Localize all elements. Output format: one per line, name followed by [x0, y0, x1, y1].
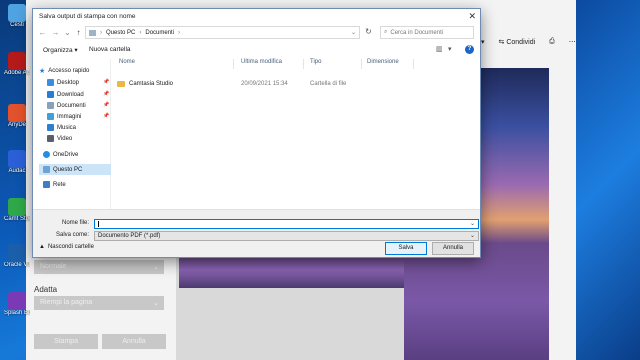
save-dialog: Salva output di stampa con nome ✕ ← → ⌄ …	[32, 8, 481, 258]
print-options: Normale ⌄ Adatta Riempi la pagina ⌄ Stampa…	[34, 255, 169, 360]
new-folder-button[interactable]: Nuova cartella	[89, 46, 131, 53]
organize-button[interactable]: Organizza ▾	[43, 46, 78, 54]
filename-label: Nome file:	[61, 220, 89, 226]
nav-pictures[interactable]: Immagini	[47, 111, 81, 122]
nav-music[interactable]: Musica	[47, 122, 76, 133]
nav-download[interactable]: Download	[47, 89, 84, 100]
download-folder-icon	[47, 91, 54, 98]
desktop-icon-recycle[interactable]: Cesti	[4, 4, 30, 44]
view-chevron-icon[interactable]: ▾	[448, 45, 452, 53]
dialog-titlebar: Salva output di stampa con nome ✕	[33, 9, 480, 23]
search-icon: ⌕	[384, 29, 388, 35]
documents-folder-icon	[47, 102, 54, 109]
savetype-dropdown-icon: ⌄	[469, 233, 475, 239]
virtualbox-icon	[8, 244, 26, 262]
pictures-folder-icon	[47, 113, 54, 120]
pc-icon	[43, 166, 50, 173]
more-icon[interactable]: ⋯	[569, 38, 576, 46]
pin-icon: 📌	[103, 91, 110, 97]
hide-folders-toggle[interactable]: ▲ Nascondi cartelle	[39, 244, 94, 250]
splashtop-icon	[8, 292, 26, 310]
recycle-bin-icon	[8, 4, 26, 22]
desktop-folder-icon	[47, 79, 54, 86]
print-button[interactable]: Stampa	[34, 334, 98, 349]
list-item[interactable]: Camtasia Studio 20/09/2021 15:34 Cartell…	[113, 79, 479, 90]
column-header-type[interactable]: Tipo	[310, 59, 321, 65]
filename-dropdown-icon[interactable]: ⌄	[470, 220, 475, 227]
view-options-icon[interactable]: ▥	[436, 45, 443, 53]
close-icon[interactable]: ✕	[468, 11, 476, 22]
chevron-up-icon: ▲	[39, 244, 45, 250]
breadcrumb-this-pc[interactable]: Questo PC	[106, 30, 135, 36]
cloud-icon	[43, 151, 50, 158]
breadcrumb-documents[interactable]: Documenti	[145, 30, 174, 36]
save-options-panel: Nome file: ⌄ Salva come: Documento PDF (…	[33, 209, 480, 257]
desktop-icon-virtualbox[interactable]: Oracle Virtua	[4, 244, 30, 284]
fit-label: Adatta	[34, 285, 58, 294]
cancel-button[interactable]: Annulla	[432, 242, 474, 255]
column-header-modified[interactable]: Ultima modifica	[241, 59, 282, 65]
share-button[interactable]: ⇆ Condividi	[499, 38, 536, 46]
desktop-icon-audacity[interactable]: Audac	[4, 150, 30, 190]
desktop-icon-adobe[interactable]: Adobe Ac Edition	[4, 52, 30, 92]
address-dropdown-icon[interactable]: ⌄	[351, 29, 356, 36]
file-type: Cartella di file	[310, 81, 347, 87]
address-row: ← → ⌄ ↑ › Questo PC › Documenti › ⌄ ↻ ⌕ …	[33, 25, 480, 41]
search-input[interactable]: ⌕ Cerca in Documenti	[380, 26, 474, 39]
fit-select[interactable]: Riempi la pagina ⌄	[34, 296, 164, 310]
anydesk-icon	[8, 104, 26, 122]
nav-this-pc[interactable]: Questo PC	[39, 164, 111, 175]
adobe-icon	[8, 52, 26, 70]
desktop-icon-splashtop[interactable]: Splash Busin	[4, 292, 30, 332]
column-header-size[interactable]: Dimensione	[367, 59, 399, 65]
file-name: Camtasia Studio	[129, 81, 174, 87]
print-icon[interactable]: ⎙	[549, 38, 555, 46]
help-icon[interactable]: ?	[465, 45, 474, 54]
audacity-icon	[8, 150, 26, 168]
desktop-icon-camtasia[interactable]: Camt Studi	[4, 198, 30, 238]
nav-quick-access[interactable]: ★ Accesso rapido	[39, 65, 89, 76]
desktop-icons: Cesti Adobe Ac Edition AnyDe Audac Camt …	[0, 0, 30, 360]
nav-network[interactable]: Rete	[43, 179, 66, 190]
folder-icon	[117, 81, 125, 87]
save-button[interactable]: Salva	[385, 242, 427, 255]
network-icon	[43, 181, 50, 188]
column-header-name[interactable]: Nome	[119, 59, 135, 65]
up-arrow-icon[interactable]: ↑	[73, 27, 84, 38]
filename-field[interactable]: ⌄	[94, 219, 479, 229]
pc-icon	[89, 29, 96, 36]
nav-desktop[interactable]: Desktop	[47, 77, 79, 88]
orientation-select[interactable]: Normale ⌄	[34, 260, 164, 274]
address-bar[interactable]: › Questo PC › Documenti › ⌄	[85, 26, 360, 39]
share-icon: ⇆	[498, 39, 505, 46]
music-folder-icon	[47, 124, 54, 131]
command-bar: Organizza ▾ Nuova cartella ▥ ▾	[33, 43, 480, 57]
file-list: Nome Ultima modifica Tipo Dimensione Cam…	[113, 59, 479, 209]
navigation-pane: ★ Accesso rapido Desktop 📌 Download 📌 Do…	[33, 59, 111, 209]
back-arrow-icon[interactable]: ←	[37, 27, 48, 38]
refresh-icon[interactable]: ↻	[363, 27, 374, 38]
pin-icon: 📌	[103, 79, 110, 85]
toolbar-misc-icon[interactable]: ▾	[481, 38, 485, 46]
savetype-label: Salva come:	[55, 232, 89, 238]
nav-video[interactable]: Video	[47, 133, 72, 144]
nav-documents[interactable]: Documenti	[47, 100, 86, 111]
savetype-select[interactable]: Documento PDF (*.pdf) ⌄	[94, 231, 479, 241]
pin-icon: 📌	[103, 102, 110, 108]
dialog-title: Salva output di stampa con nome	[39, 12, 136, 20]
preview-image	[179, 258, 425, 288]
star-icon: ★	[39, 67, 46, 75]
pin-icon: 📌	[103, 113, 110, 119]
cancel-print-button[interactable]: Annulla	[102, 334, 166, 349]
nav-onedrive[interactable]: OneDrive	[43, 149, 78, 160]
file-modified: 20/09/2021 15:34	[241, 81, 288, 87]
forward-arrow-icon[interactable]: →	[50, 27, 61, 38]
camtasia-icon	[8, 198, 26, 216]
video-folder-icon	[47, 135, 54, 142]
desktop-wallpaper-strip	[576, 0, 640, 360]
recent-chevron-icon[interactable]: ⌄	[62, 27, 73, 38]
desktop-icon-anydesk[interactable]: AnyDe	[4, 104, 30, 144]
